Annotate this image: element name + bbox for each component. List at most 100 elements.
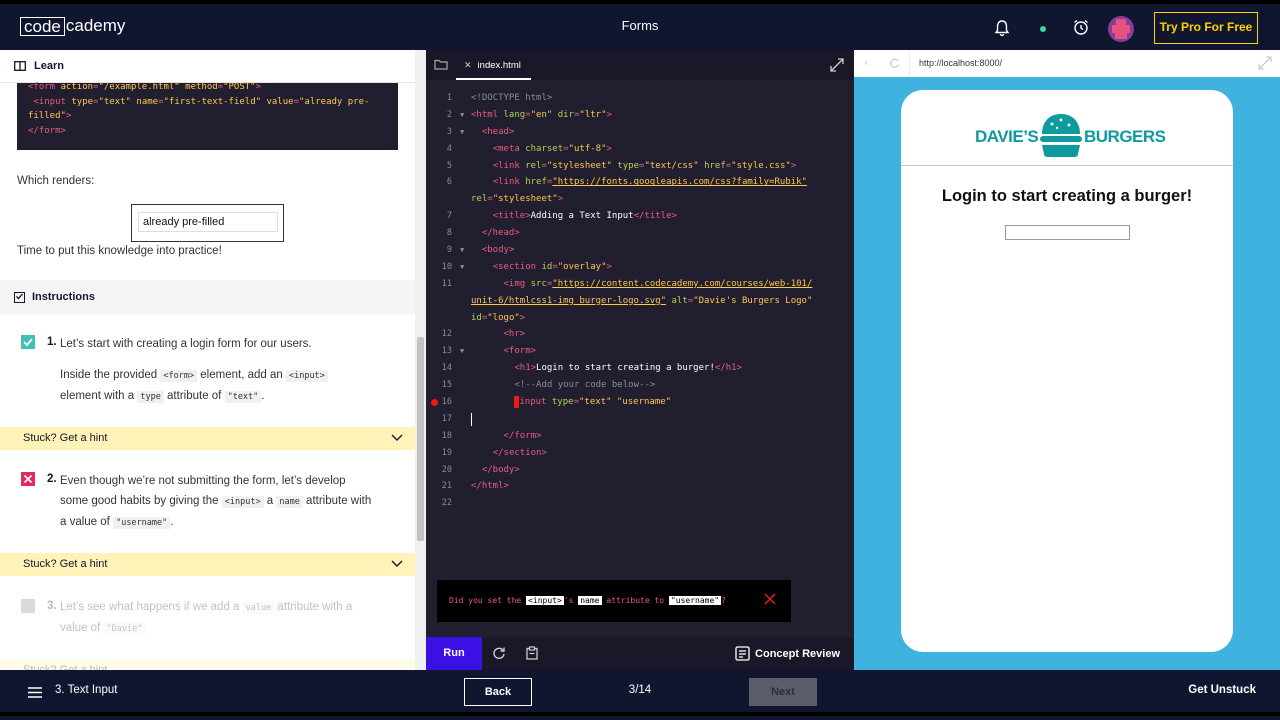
code-line: 7 <title>Adding a Text Input</title> [446, 211, 677, 222]
hint-toggle-3[interactable]: Stuck? Get a hint [0, 659, 415, 670]
close-tab-icon[interactable]: ✕ [464, 60, 472, 70]
code-line: 9 ▼ <body> [446, 245, 515, 256]
tab-filename: index.html [477, 60, 521, 71]
top-bar: code cademy Forms Try Pro For Free [0, 0, 1280, 50]
expand-icon[interactable] [830, 58, 844, 72]
divider [901, 165, 1233, 166]
task-1-sub: Inside the provided <form> element, add … [60, 365, 395, 407]
instructions-label: Instructions [32, 291, 95, 303]
error-message: Did you set the <input>'s name attribute… [437, 580, 791, 622]
code-line: rel="stylesheet"> [471, 194, 564, 205]
code-area[interactable]: 1 <!DOCTYPE html> 2 ▼ <html lang="en" dir="… [426, 90, 854, 512]
clipboard-icon[interactable] [525, 646, 539, 660]
learn-scrollbar[interactable] [415, 50, 426, 670]
code-editor: ✕ index.html 1 <!DOCTYPE html> 2 ▼ <html lan… [426, 50, 854, 670]
codecademy-logo[interactable]: code cademy [20, 16, 125, 36]
avatar[interactable] [1108, 16, 1134, 42]
editor-tab-bar: ✕ index.html [426, 50, 854, 80]
back-arrow-icon[interactable]: ‹ [864, 56, 868, 69]
code-line: 6 <link href="https://fonts.googleapis.c… [446, 177, 807, 188]
code-line: 1 <!DOCTYPE html> [446, 93, 553, 103]
task-1: 1. Let’s start with creating a login for… [0, 316, 415, 434]
task-2-number: 2. [47, 473, 57, 485]
url-field[interactable]: http://localhost:8000/ [909, 51, 1259, 76]
run-button[interactable]: Run [426, 637, 482, 670]
code-line-1: <form action="/example.html" method="POS… [28, 82, 262, 92]
code-line: 18 </form> [441, 430, 542, 441]
code-line-4: </form> [28, 125, 66, 136]
login-heading: Login to start creating a burger! [941, 187, 1193, 205]
get-unstuck-button[interactable]: Get Unstuck [1188, 684, 1256, 696]
practice-text: Time to put this knowledge into practice… [17, 245, 222, 257]
code-line: 17 [426, 411, 854, 428]
refresh-icon[interactable] [492, 646, 506, 660]
username-input[interactable] [1005, 225, 1130, 240]
address-bar: ‹ http://localhost:8000/ [854, 50, 1280, 77]
scrollbar-thumb[interactable] [417, 337, 424, 541]
back-button[interactable]: Back [464, 678, 532, 706]
document-icon [735, 646, 750, 661]
code-line: 10 ▼ <section id="overlay"> [441, 261, 612, 272]
brand-text-right: BURGERS [1084, 127, 1166, 146]
tab-index-html[interactable]: ✕ index.html [456, 50, 531, 80]
task-3: 3. Let’s see what happens if we add a va… [0, 576, 415, 666]
task-1-number: 1. [47, 336, 57, 348]
reload-icon[interactable] [889, 58, 900, 69]
learn-panel: Learn <form action="/example.html" metho… [0, 50, 426, 670]
task-2: 2. Even though we’re not submitting the … [0, 450, 415, 553]
task-2-text: Even though we’re not submitting the for… [60, 475, 372, 529]
page-progress: 3/14 [628, 684, 652, 696]
brand-text-left: DAVIE’S [975, 127, 1039, 146]
expand-icon[interactable] [1258, 56, 1272, 70]
code-line: 15 <!--Add your code below--> [441, 380, 656, 391]
code-line: 8 </head> [446, 228, 520, 239]
rendered-example: already pre-filled [131, 204, 284, 242]
chevron-down-icon [391, 560, 403, 567]
code-line: 4 <meta charset="utf-8"> [446, 143, 612, 154]
code-line-2: <input type="text" name="first-text-fiel… [28, 96, 370, 107]
task-1-text: Let’s start with creating a login form f… [60, 338, 312, 350]
editor-toolbar: Run Concept Review [426, 637, 854, 670]
menu-icon[interactable] [28, 687, 42, 698]
code-line: 11 <img src="https://content.codecademy.… [441, 278, 813, 289]
task-3-number: 3. [47, 600, 57, 612]
concept-review-label: Concept Review [755, 647, 840, 660]
try-pro-button[interactable]: Try Pro For Free [1154, 12, 1258, 44]
code-line: 16 input type="text" "username" [426, 394, 854, 411]
close-icon[interactable] [763, 592, 777, 606]
code-line-3: filled"> [28, 111, 72, 121]
checkbox-icon [14, 291, 25, 303]
example-code-block: <form action="/example.html" method="POS… [17, 82, 398, 150]
chevron-down-icon [391, 434, 403, 441]
code-line: unit-6/htmlcss1-img_burger-logo.svg" alt… [471, 295, 813, 306]
code-line: 12 <hr> [441, 329, 526, 340]
status-dot [1040, 26, 1046, 32]
prefilled-input[interactable]: already pre-filled [138, 212, 278, 232]
code-line: id="logo"> [471, 312, 526, 323]
folder-icon[interactable] [434, 59, 448, 70]
learn-tab[interactable]: Learn [0, 50, 426, 83]
code-line: 22 [441, 498, 452, 509]
instructions-header: Instructions [0, 280, 415, 314]
code-line: 21 </html> [441, 481, 509, 492]
lesson-title[interactable]: 3. Text Input [55, 684, 117, 696]
concept-review-button[interactable]: Concept Review [735, 637, 840, 670]
code-line: 3 ▼ <head> [446, 126, 515, 137]
code-line: 13 ▼ <form> [441, 346, 537, 357]
hint-label: Stuck? Get a hint [23, 432, 108, 444]
book-icon [14, 61, 26, 71]
hint-toggle-1[interactable]: Stuck? Get a hint [0, 427, 415, 450]
browser-preview: ‹ http://localhost:8000/ DAVIE’S BURGERS… [854, 50, 1280, 670]
burger-icon [1040, 114, 1082, 157]
code-line: 19 </section> [441, 447, 547, 458]
alarm-clock-icon[interactable] [1072, 18, 1090, 36]
logo-code: code [20, 16, 65, 36]
code-line: 2 ▼ <html lang="en" dir="ltr"> [446, 109, 612, 120]
code-line: 20 </body> [441, 464, 520, 475]
task-3-text: Let’s see what happens if we add a value… [60, 601, 353, 635]
hint-toggle-2[interactable]: Stuck? Get a hint [0, 553, 415, 576]
next-button[interactable]: Next [749, 678, 817, 706]
failed-icon [21, 472, 35, 486]
code-line: 5 <link rel="stylesheet" type="text/css"… [446, 160, 797, 171]
bell-icon[interactable] [994, 19, 1010, 37]
